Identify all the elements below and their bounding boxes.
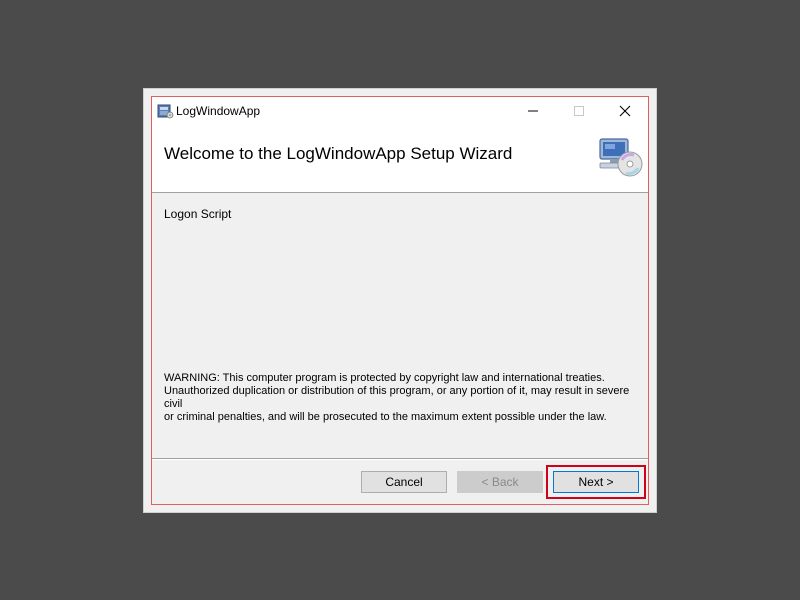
- minimize-icon: [528, 110, 538, 112]
- product-subtitle: Logon Script: [164, 207, 232, 221]
- warning-line: or criminal penalties, and will be prose…: [164, 411, 607, 423]
- window-title: LogWindowApp: [176, 104, 261, 118]
- close-icon: [619, 105, 631, 117]
- maximize-icon: [574, 106, 584, 116]
- warning-line: WARNING: This computer program is protec…: [164, 372, 605, 384]
- computer-disc-icon: [596, 134, 644, 182]
- close-button[interactable]: [602, 97, 648, 125]
- wizard-banner: Welcome to the LogWindowApp Setup Wizard: [152, 125, 648, 193]
- copyright-warning: WARNING: This computer program is protec…: [164, 372, 640, 424]
- next-button[interactable]: Next >: [553, 471, 639, 493]
- back-button: < Back: [457, 471, 543, 493]
- footer-divider: [152, 458, 648, 460]
- warning-line: Unauthorized duplication or distribution…: [164, 385, 630, 410]
- title-bar[interactable]: LogWindowApp: [152, 97, 648, 125]
- wizard-body: Logon Script WARNING: This computer prog…: [152, 193, 648, 458]
- minimize-button[interactable]: [510, 97, 556, 125]
- installer-app-icon: [156, 102, 174, 120]
- window-frame: LogWindowApp Welcome to the LogWindowApp…: [151, 96, 649, 505]
- setup-wizard-window: LogWindowApp Welcome to the LogWindowApp…: [143, 88, 657, 513]
- wizard-heading: Welcome to the LogWindowApp Setup Wizard: [164, 144, 513, 163]
- cancel-button[interactable]: Cancel: [361, 471, 447, 493]
- maximize-button: [556, 97, 602, 125]
